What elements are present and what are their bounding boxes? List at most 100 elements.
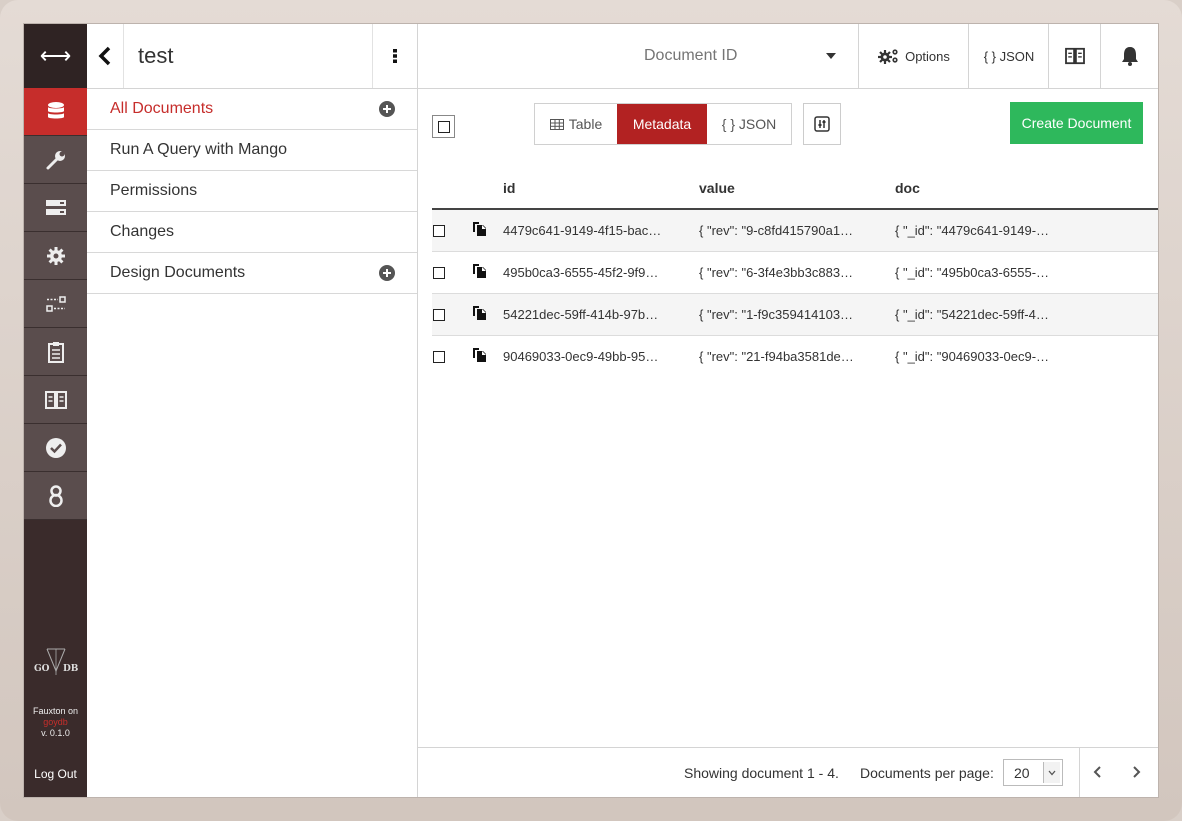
database-sidebar: test All Documents Run A Query with Mang… [87,24,418,797]
notifications-button[interactable] [1100,24,1158,88]
sidebar-item-changes[interactable]: Changes [87,212,417,253]
row-doc-icon-cell [472,336,502,378]
view-switcher: Table Metadata { } JSON [534,103,792,145]
add-design-doc-icon[interactable] [379,265,395,281]
view-metadata-button[interactable]: Metadata [617,104,707,144]
back-button[interactable] [87,24,124,88]
table-row[interactable]: 54221dec-59ff-414b-97b… { "rev": "1-f9c3… [432,293,1158,336]
document-copy-icon[interactable] [473,222,486,236]
sidebar-item-label: Design Documents [110,264,246,281]
row-value: { "rev": "6-3f4e3bb3c883… [698,251,894,294]
row-checkbox[interactable] [433,350,445,363]
per-page-select[interactable]: 20 [1003,759,1063,786]
chevron-down-icon[interactable] [1043,762,1060,783]
nav-config[interactable] [24,232,87,280]
replication-icon [45,295,66,312]
table-row[interactable]: 90469033-0ec9-49bb-95… { "rev": "21-f94b… [432,335,1158,378]
sidebar-item-design-documents[interactable]: Design Documents [87,253,417,294]
nav-user[interactable] [24,472,87,520]
nav-databases[interactable] [24,88,87,136]
sidebar-item-mango-query[interactable]: Run A Query with Mango [87,130,417,171]
row-value: { "rev": "9-c8fd415790a1… [698,209,894,252]
options-button[interactable]: Options [858,24,969,88]
row-checkbox[interactable] [433,308,445,321]
main-content: Table Metadata { } JSON Create Document [418,88,1158,797]
sidebar-item-label: Changes [110,223,175,240]
logo-mark: GO DB [34,648,78,675]
table-row[interactable]: 495b0ca3-6555-45f2-9f9… { "rev": "6-3f4e… [432,251,1158,294]
header-id[interactable]: id [502,168,698,210]
row-checkbox-cell [432,293,472,336]
view-table-button[interactable]: Table [535,104,617,144]
top-bar: Options { } JSON [418,24,1158,89]
goydb-logo: GO DB [24,647,87,680]
next-page-button[interactable] [1131,765,1141,782]
row-id[interactable]: 54221dec-59ff-414b-97b… [502,293,698,336]
table-row[interactable]: 4479c641-9149-4f15-bac… { "rev": "9-c8fd… [432,209,1158,252]
view-json-button[interactable]: { } JSON [707,104,791,144]
sidebar-header: test [87,24,417,89]
nav-verify[interactable] [24,424,87,472]
row-id[interactable]: 90469033-0ec9-49bb-95… [502,336,698,378]
row-checkbox-cell [432,336,472,378]
row-doc-icon-cell [472,293,502,336]
left-nav: ⟷ GO DB Fauxton on goydb v. 0.1.0 Log Ou… [24,24,87,797]
row-checkbox[interactable] [433,266,445,279]
json-label: { } JSON [983,48,1035,64]
document-id-field[interactable] [634,36,844,76]
api-docs-button[interactable] [1048,24,1101,88]
document-copy-icon[interactable] [473,348,486,362]
chevron-down-icon[interactable] [826,53,836,59]
header-select [432,168,472,210]
nav-toggle-icon[interactable]: ⟷ [24,24,87,88]
documents-table: id value doc 4479c641-9149-4f15-bac… { "… [432,168,1158,377]
view-label: Metadata [632,116,692,132]
document-copy-icon[interactable] [473,264,486,278]
document-copy-icon[interactable] [473,306,486,320]
nav-setup[interactable] [24,136,87,184]
view-label: Table [568,116,603,132]
row-id[interactable]: 4479c641-9149-4f15-bac… [502,209,698,252]
logout-link[interactable]: Log Out [24,767,87,781]
fauxton-app: ⟷ GO DB Fauxton on goydb v. 0.1.0 Log Ou… [24,24,1158,797]
book-icon [1065,47,1085,65]
per-page-label: Documents per page: [860,765,994,781]
document-id-input[interactable] [634,46,816,66]
json-button[interactable]: { } JSON [968,24,1049,88]
sidebar-item-all-documents[interactable]: All Documents [87,89,417,130]
pagination-footer: Showing document 1 - 4. Documents per pa… [418,747,1158,797]
wrench-icon [46,150,65,169]
user-icon [48,484,63,507]
column-settings-button[interactable] [803,103,841,145]
header-value[interactable]: value [698,168,894,210]
showing-count: Showing document 1 - 4. [684,765,839,781]
nav-replication[interactable] [24,280,87,328]
header-doc[interactable]: doc [894,168,1158,210]
select-all-checkbox[interactable] [432,115,455,138]
nav-documentation[interactable] [24,328,87,376]
row-id[interactable]: 495b0ca3-6555-45f2-9f9… [502,251,698,294]
gear-icon [46,246,65,265]
prev-page-button[interactable] [1093,765,1103,782]
row-checkbox-cell [432,209,472,252]
svg-text:GO: GO [34,664,50,674]
add-document-icon[interactable] [379,101,395,117]
row-checkbox[interactable] [433,224,445,237]
database-menu-button[interactable] [372,24,417,88]
nav-docs[interactable] [24,376,87,424]
options-label: Options [905,48,950,64]
nav-active-tasks[interactable] [24,184,87,232]
version-number: v. 0.1.0 [41,728,70,738]
create-document-button[interactable]: Create Document [1010,102,1143,144]
gears-icon [878,49,898,64]
nav-bottom: GO DB Fauxton on goydb v. 0.1.0 Log Out [24,647,87,797]
database-title: test [138,43,174,68]
row-value: { "rev": "1-f9c359414103… [698,293,894,336]
row-doc: { "_id": "4479c641-9149-… [894,209,1158,252]
database-icon [47,101,64,118]
check-icon [45,437,66,458]
sidebar-item-permissions[interactable]: Permissions [87,171,417,212]
table-header-row: id value doc [432,168,1158,210]
view-label: { } JSON [721,116,777,132]
select-all-box[interactable] [437,120,450,133]
